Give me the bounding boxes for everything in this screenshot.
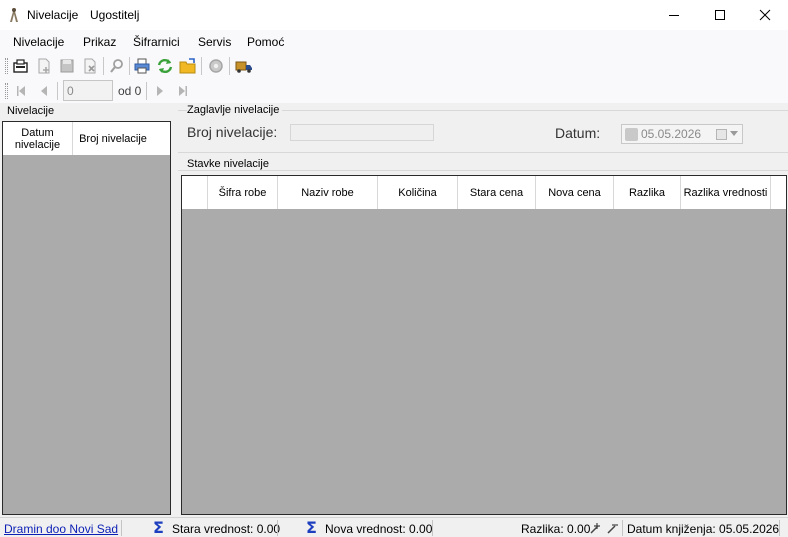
title-bar: Nivelacije Ugostitelj (0, 0, 788, 30)
open-folder-icon[interactable] (179, 57, 197, 75)
chevron-down-icon[interactable] (730, 131, 738, 136)
datum-checkbox[interactable] (625, 128, 638, 141)
record-count-label: od 0 (118, 84, 142, 98)
datum-value: 05.05.2026 (641, 127, 702, 141)
window-subtitle: Ugostitelj (90, 8, 140, 22)
column-header-razlika-vrednosti[interactable]: Razlika vrednosti (681, 176, 771, 209)
toolbar-separator (229, 57, 230, 75)
razlika-status: Razlika: 0.00 (521, 522, 591, 536)
close-button[interactable] (742, 0, 788, 30)
last-record-icon[interactable] (174, 82, 192, 100)
datum-knjizenja-status: Datum knjiženja: 05.05.2026 (627, 522, 780, 536)
column-header-kolicina[interactable]: Količina (378, 176, 458, 209)
status-bar: Dramin doo Novi Sad Σ Stara vrednost: 0.… (0, 517, 788, 537)
column-header-sifra-robe[interactable]: Šifra robe (208, 176, 278, 209)
add-icon[interactable] (35, 57, 53, 75)
sum-icon: Σ (306, 518, 317, 537)
print-icon[interactable] (133, 57, 151, 75)
header-group-title: Zaglavlje nivelacije (187, 104, 283, 116)
datum-picker[interactable]: 05.05.2026 (621, 124, 743, 144)
items-group-title: Stavke nivelacije (187, 158, 272, 170)
refresh-icon[interactable] (156, 57, 174, 75)
stara-vrednost-status: Stara vrednost: 0.00 (172, 522, 281, 536)
minimize-button[interactable] (651, 0, 697, 30)
navigator-grip[interactable] (5, 83, 8, 99)
column-header-naziv-robe[interactable]: Naziv robe (278, 176, 378, 209)
toolbar-separator (201, 57, 202, 75)
navigator-separator (146, 82, 147, 100)
items-group-border (178, 170, 788, 171)
toolbar-grip[interactable] (5, 58, 8, 74)
menu-servis[interactable]: Servis (198, 35, 231, 49)
settings-icon[interactable] (207, 57, 225, 75)
column-header-broj[interactable]: Broj nivelacije (73, 122, 153, 155)
grid-header: Datum nivelacije Broj nivelacije (3, 122, 170, 155)
company-link[interactable]: Dramin doo Novi Sad (4, 522, 118, 536)
first-record-icon[interactable] (12, 82, 30, 100)
column-header-razlika[interactable]: Razlika (614, 176, 681, 209)
decrease-icon[interactable] (606, 521, 620, 535)
column-header-datum[interactable]: Datum nivelacije (3, 122, 73, 155)
maximize-icon (715, 10, 725, 20)
broj-nivelacije-input[interactable] (290, 124, 434, 141)
previous-record-icon[interactable] (35, 82, 53, 100)
new-document-icon[interactable] (12, 57, 30, 75)
toolbar (0, 54, 788, 79)
window-title: Nivelacije (27, 8, 79, 22)
next-record-icon[interactable] (151, 82, 169, 100)
navigator-separator (57, 82, 58, 100)
close-icon (759, 9, 771, 21)
toolbar-separator (103, 57, 104, 75)
toolbar-separator (129, 57, 130, 75)
sum-icon: Σ (153, 518, 164, 537)
grid-header: Šifra robe Naziv robe Količina Stara cen… (182, 176, 786, 209)
menu-pomoc[interactable]: Pomoć (247, 35, 284, 49)
row-selector-header[interactable] (182, 176, 208, 209)
menu-sifrarnici[interactable]: Šifrarnici (133, 35, 180, 49)
status-separator (622, 520, 623, 536)
menu-prikaz[interactable]: Prikaz (83, 35, 116, 49)
status-separator (277, 520, 278, 536)
search-icon[interactable] (108, 57, 126, 75)
header-group-bottom-border (178, 152, 788, 153)
menu-bar: Nivelacije Prikaz Šifrarnici Servis Pomo… (0, 30, 788, 54)
calendar-icon[interactable] (716, 129, 727, 140)
status-separator (779, 520, 780, 536)
record-position-input[interactable] (63, 80, 113, 101)
datum-label: Datum: (555, 125, 601, 141)
broj-nivelacije-label: Broj nivelacije: (187, 124, 278, 140)
nova-vrednost-status: Nova vrednost: 0.00 (325, 522, 433, 536)
maximize-button[interactable] (697, 0, 743, 30)
status-separator (121, 520, 122, 536)
truck-icon[interactable] (235, 57, 253, 75)
left-panel-title: Nivelacije (7, 105, 55, 117)
save-icon[interactable] (58, 57, 76, 75)
app-icon (10, 8, 18, 22)
delete-icon[interactable] (81, 57, 99, 75)
minimize-icon (669, 15, 679, 16)
stavke-grid[interactable]: Šifra robe Naziv robe Količina Stara cen… (181, 175, 787, 515)
increase-icon[interactable] (589, 521, 603, 535)
status-separator (432, 520, 433, 536)
nivelacije-grid[interactable]: Datum nivelacije Broj nivelacije (2, 121, 171, 515)
column-header-stara-cena[interactable]: Stara cena (458, 176, 536, 209)
column-header-nova-cena[interactable]: Nova cena (536, 176, 614, 209)
menu-nivelacije[interactable]: Nivelacije (13, 35, 64, 49)
